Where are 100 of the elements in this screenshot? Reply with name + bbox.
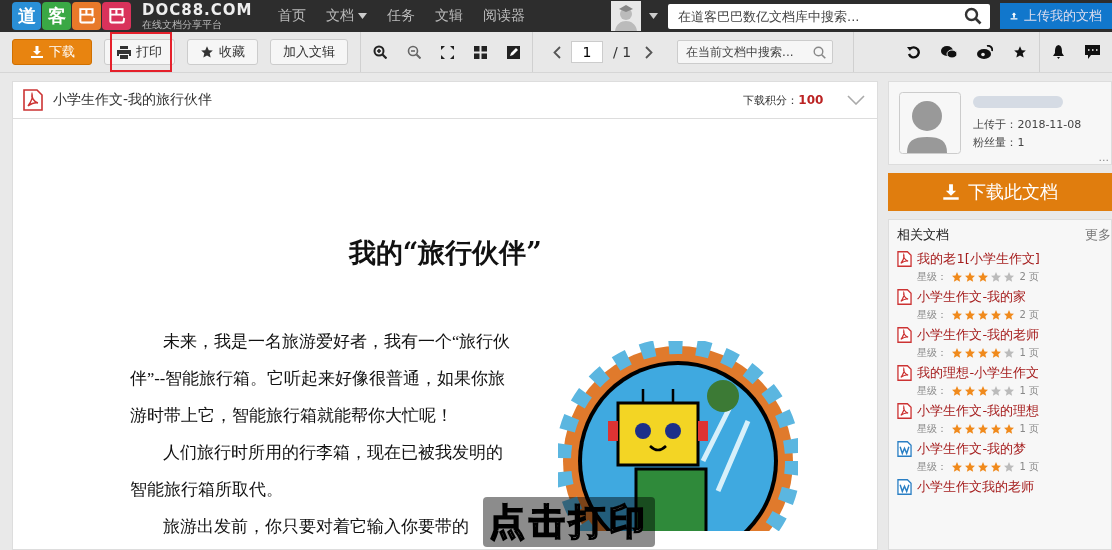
- edit-icon[interactable]: [507, 45, 520, 59]
- bell-icon[interactable]: [1052, 45, 1065, 59]
- star-icon: [964, 461, 977, 473]
- star-icon: [1003, 271, 1016, 283]
- star-icon: [964, 385, 977, 397]
- nav-link[interactable]: 阅读器: [483, 7, 526, 25]
- pdf-icon: [897, 365, 913, 381]
- related-document-link[interactable]: 小学生作文-我的理想: [917, 402, 1040, 420]
- star-icon: [1003, 309, 1016, 321]
- comment-icon[interactable]: [1085, 45, 1100, 59]
- star-icon: [964, 309, 977, 321]
- star-icon: [990, 461, 1003, 473]
- avatar-icon[interactable]: [611, 1, 641, 31]
- download-icon: [29, 45, 44, 59]
- rating-label: 星级：: [917, 422, 948, 436]
- star-icon: [977, 385, 990, 397]
- star-icon: [951, 385, 964, 397]
- print-button[interactable]: 打印: [104, 39, 175, 65]
- star-icon: [977, 461, 990, 473]
- paragraph: 未来，我是一名旅游爱好者，我有一个“旅行伙伴”--智能旅行箱。它听起来好像很普通，如果你旅游时带上它，智能旅行箱就能帮你大忙呢！: [130, 331, 512, 427]
- fullscreen-icon[interactable]: [441, 45, 454, 59]
- star-icon: [964, 347, 977, 359]
- star-icon: [990, 271, 1003, 283]
- related-documents-title: 相关文档: [897, 226, 950, 244]
- refresh-icon[interactable]: [907, 45, 921, 59]
- site-logo[interactable]: 道 客 巴 巴 DOC88.COM 在线文档分享平台: [12, 2, 253, 30]
- rating-label: 星级：: [917, 460, 948, 474]
- document-search-input[interactable]: 在当前文档中搜索...: [684, 44, 814, 60]
- follower-count: 粉丝量：1: [973, 135, 1026, 150]
- related-document-link[interactable]: 我的老1[小学生作文]: [917, 250, 1040, 268]
- caret-icon[interactable]: [649, 13, 658, 19]
- grid-icon[interactable]: [474, 45, 487, 59]
- document-search-field[interactable]: 在当前文档中搜索...: [677, 40, 834, 64]
- search-icon[interactable]: [964, 7, 982, 25]
- star-icon: [200, 45, 214, 59]
- star-icon: [990, 309, 1003, 321]
- page-count: 1 页: [1019, 346, 1039, 360]
- rating-label: 星级：: [917, 384, 948, 398]
- star-icon: [977, 423, 990, 435]
- star-icon: [964, 423, 977, 435]
- star-icon: [964, 271, 977, 283]
- page-count: 2 页: [1019, 308, 1039, 322]
- weibo-icon[interactable]: [977, 45, 993, 59]
- related-document-link[interactable]: 小学生作文-我的老师: [917, 326, 1040, 344]
- upload-date: 上传于：2018-11-08: [973, 117, 1082, 132]
- star-icon[interactable]: [1013, 45, 1027, 59]
- pdf-icon: [897, 327, 913, 343]
- star-icon: [977, 347, 990, 359]
- favorite-button[interactable]: 收藏: [187, 39, 258, 65]
- star-icon: [977, 271, 990, 283]
- related-document-link[interactable]: 我的理想-小学生作文: [917, 364, 1040, 382]
- more-button[interactable]: ...: [1098, 151, 1109, 164]
- pdf-icon: [897, 251, 913, 267]
- nav-link[interactable]: 任务: [387, 7, 416, 25]
- page-count: 1 页: [1019, 422, 1039, 436]
- related-document-link[interactable]: 小学生作文我的老师: [917, 478, 1035, 496]
- page-number-field[interactable]: 1: [571, 41, 603, 63]
- caret-icon[interactable]: [358, 13, 368, 19]
- upload-button[interactable]: 上传我的文档: [1000, 3, 1112, 29]
- add-to-collection-button[interactable]: 加入文辑: [270, 39, 348, 65]
- search-field[interactable]: 在道客巴巴数亿文档库中搜索...: [668, 3, 990, 29]
- related-document-link[interactable]: 小学生作文-我的梦: [917, 440, 1027, 458]
- next-page-icon[interactable]: [645, 45, 654, 59]
- word-document-icon: [897, 479, 913, 495]
- star-icon: [1003, 423, 1016, 435]
- download-icon: [942, 183, 961, 201]
- points-label: 下载积分：: [743, 92, 799, 108]
- star-icon: [977, 309, 990, 321]
- document-heading: 我的“旅行伙伴”: [347, 236, 543, 270]
- star-icon: [951, 461, 964, 473]
- paragraph: 旅游出发前，你只要对着它输入你要带的: [162, 516, 469, 538]
- page-count: 1 页: [1019, 384, 1039, 398]
- rating-label: 星级：: [917, 308, 948, 322]
- page-count: 1 页: [1019, 460, 1039, 474]
- star-icon: [1003, 347, 1016, 359]
- nav-link[interactable]: 首页: [278, 7, 307, 25]
- page-total: / 1: [613, 44, 632, 60]
- star-icon: [1003, 385, 1016, 397]
- star-icon: [951, 309, 964, 321]
- star-icon: [951, 271, 964, 283]
- more-link[interactable]: 更多: [1085, 226, 1111, 244]
- zoom-in-icon[interactable]: [373, 45, 387, 59]
- pdf-icon: [23, 89, 43, 111]
- previous-page-icon[interactable]: [553, 45, 561, 59]
- chat-icon[interactable]: [941, 45, 957, 59]
- avatar-icon: [899, 92, 962, 154]
- nav-link[interactable]: 文档: [326, 7, 368, 25]
- star-icon: [990, 347, 1003, 359]
- star-icon: [951, 347, 964, 359]
- zoom-out-icon[interactable]: [407, 45, 421, 59]
- rating-label: 星级：: [917, 270, 948, 284]
- related-document-link[interactable]: 小学生作文-我的家: [917, 288, 1027, 306]
- word-document-icon: [897, 441, 913, 457]
- points-value: 100: [798, 93, 824, 107]
- nav-link[interactable]: 文辑: [435, 7, 464, 25]
- pdf-icon: [897, 403, 913, 419]
- printer-icon: [117, 45, 131, 59]
- page-count: 2 页: [1019, 270, 1039, 284]
- star-icon: [990, 385, 1003, 397]
- document-title: 小学生作文-我的旅行伙伴: [53, 91, 214, 109]
